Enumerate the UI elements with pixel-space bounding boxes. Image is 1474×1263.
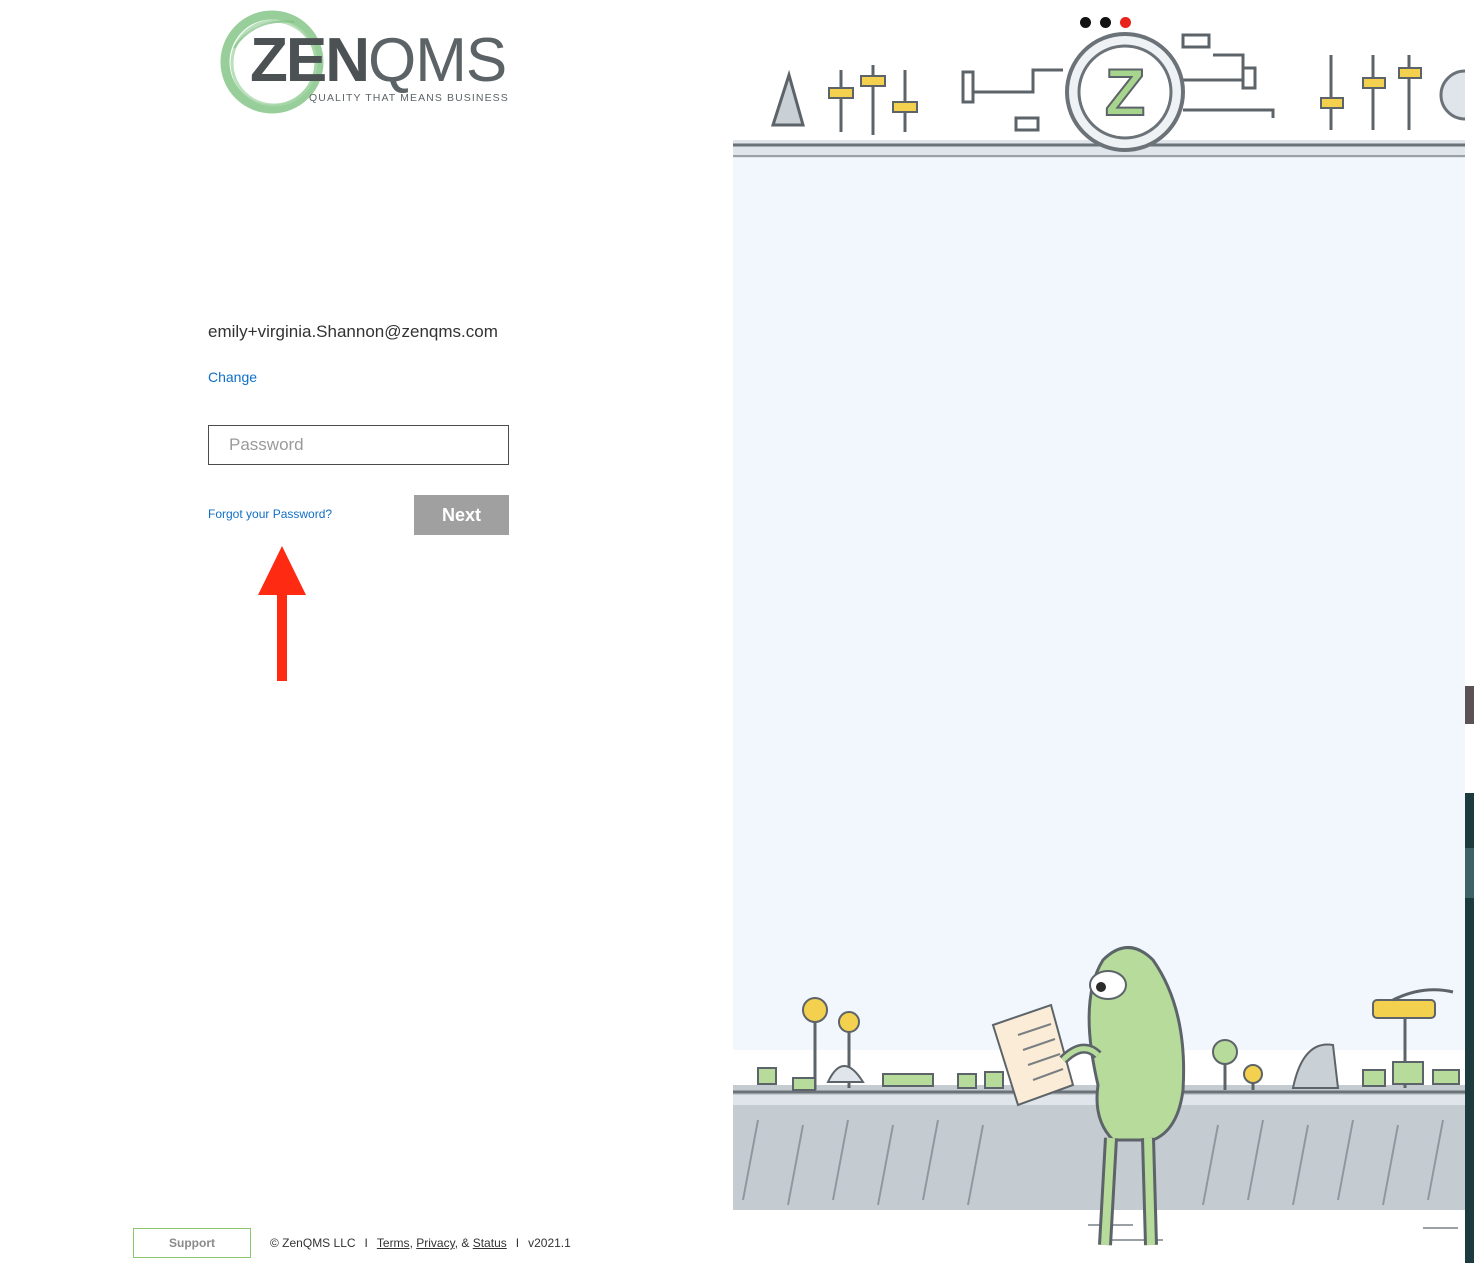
factory-illustration: Z <box>733 32 1465 1263</box>
emblem-letter: Z <box>1105 55 1145 129</box>
zenqms-logo: ZENQMS QUALITY THAT MEANS BUSINESS <box>214 8 508 118</box>
illustration-panel: Z <box>733 0 1465 1263</box>
logo-wordmark: ZENQMS <box>250 30 507 92</box>
carousel-dot-3[interactable] <box>1120 17 1131 28</box>
window-edge <box>1465 658 1474 1263</box>
terms-link[interactable]: Terms <box>377 1236 410 1250</box>
carousel-dot-2[interactable] <box>1100 17 1111 28</box>
footer-links: © ZenQMS LLC I Terms, Privacy, & Status Iv2… <box>270 1236 571 1250</box>
password-input[interactable] <box>208 425 509 465</box>
logo-tagline: QUALITY THAT MEANS BUSINESS <box>309 92 509 104</box>
status-link[interactable]: Status <box>473 1236 507 1250</box>
carousel-dots <box>1080 17 1136 29</box>
logo-word-bold: ZEN <box>250 26 370 95</box>
logo-word-light: QMS <box>368 26 507 95</box>
copyright-text: © ZenQMS LLC <box>270 1236 356 1250</box>
and-text: & <box>461 1236 470 1250</box>
carousel-dot-1[interactable] <box>1080 17 1091 28</box>
footer-divider: I <box>515 1236 520 1250</box>
support-button[interactable]: Support <box>133 1228 251 1258</box>
next-button[interactable]: Next <box>414 495 509 535</box>
user-email: emily+virginia.Shannon@zenqms.com <box>208 322 498 341</box>
up-arrow-icon <box>258 546 306 681</box>
version-text: v2021.1 <box>528 1236 571 1250</box>
footer-divider: I <box>364 1236 368 1250</box>
change-email-link[interactable]: Change <box>208 369 257 385</box>
privacy-link[interactable]: Privacy <box>416 1236 454 1250</box>
forgot-password-link[interactable]: Forgot your Password? <box>208 507 332 521</box>
